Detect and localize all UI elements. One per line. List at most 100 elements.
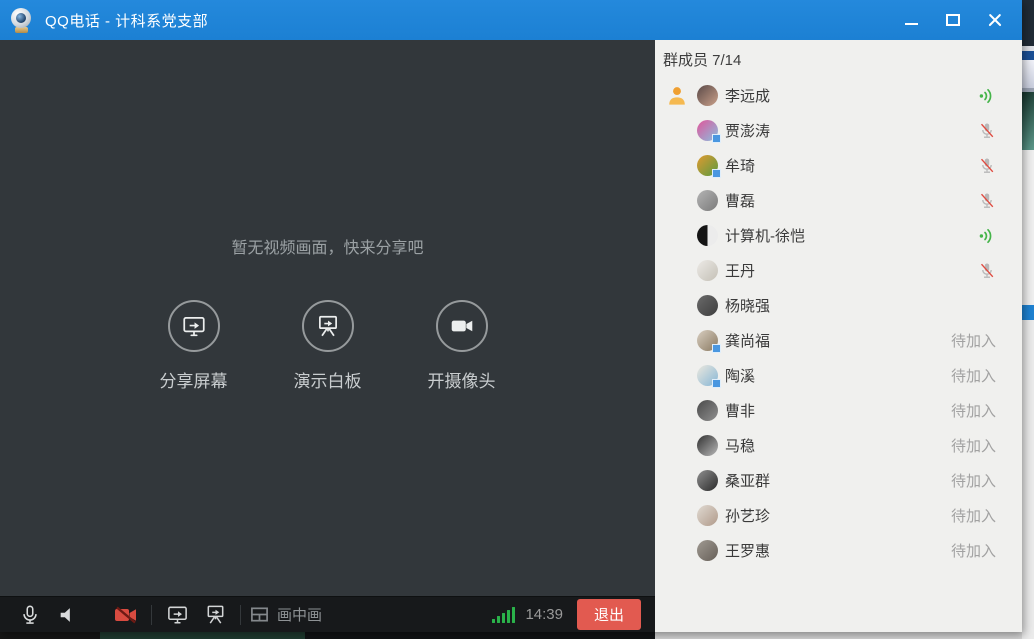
whiteboard-button[interactable]: 演示白板	[293, 300, 363, 392]
member-status	[978, 122, 996, 140]
member-row[interactable]: 马稳 待加入	[655, 428, 1022, 463]
pip-label: 画中画	[277, 607, 323, 624]
member-name: 牟琦	[725, 158, 756, 175]
maximize-button[interactable]	[940, 8, 966, 32]
toolbar-share-screen-button[interactable]	[161, 600, 193, 630]
member-name: 龚尚福	[725, 333, 771, 350]
member-name: 马稳	[725, 438, 756, 455]
window-title: QQ电话 - 计科系党支部	[45, 12, 209, 30]
close-button[interactable]	[982, 8, 1008, 32]
avatar	[697, 120, 721, 143]
member-name: 桑亚群	[725, 473, 771, 490]
member-status	[978, 157, 996, 175]
avatar	[697, 400, 718, 421]
camera-off-icon	[114, 606, 136, 623]
member-row[interactable]: 桑亚群 待加入	[655, 463, 1022, 498]
member-status: 待加入	[950, 473, 996, 490]
muted-mic-icon	[980, 193, 994, 208]
avatar	[697, 260, 718, 281]
member-name: 李远成	[725, 88, 771, 105]
member-status: 待加入	[950, 543, 996, 560]
member-row[interactable]: 李远成	[655, 78, 1022, 113]
member-row[interactable]: 贾澎涛	[655, 113, 1022, 148]
member-row[interactable]: 孙艺珍 待加入	[655, 498, 1022, 533]
camera-off-button[interactable]	[110, 600, 142, 630]
share-screen-button[interactable]: 分享屏幕	[159, 300, 229, 392]
speaker-icon	[60, 607, 70, 622]
avatar	[697, 295, 718, 316]
pip-grid-icon	[251, 607, 268, 622]
member-row[interactable]: 王丹	[655, 253, 1022, 288]
member-row[interactable]: 王罗惠 待加入	[655, 533, 1022, 568]
signal-strength-indicator	[492, 606, 516, 623]
muted-mic-icon	[980, 123, 994, 138]
member-status	[978, 262, 996, 280]
minimize-icon	[904, 23, 918, 25]
member-row[interactable]: 龚尚福 待加入	[655, 323, 1022, 358]
close-icon	[988, 13, 1002, 27]
camera-icon	[451, 320, 472, 332]
avatar	[697, 155, 721, 178]
member-name: 王丹	[725, 263, 756, 280]
member-status	[978, 192, 996, 210]
member-name: 贾澎涛	[725, 123, 771, 140]
member-status: 待加入	[950, 438, 996, 455]
call-duration: 14:39	[525, 606, 563, 623]
minimize-button[interactable]	[898, 8, 924, 32]
open-camera-label: 开摄像头	[427, 372, 496, 391]
avatar	[697, 540, 718, 561]
share-screen-icon	[182, 317, 205, 337]
speaking-indicator-icon	[979, 88, 992, 103]
speaker-person-icon	[666, 85, 688, 106]
webcam-app-icon	[10, 7, 34, 33]
speaking-indicator-icon	[979, 228, 992, 243]
member-status	[978, 227, 996, 245]
avatar	[697, 85, 718, 106]
no-video-hint: 暂无视频画面，快来分享吧	[231, 240, 424, 257]
whiteboard-icon	[207, 605, 223, 624]
member-status	[978, 87, 996, 105]
member-panel: 群成员 7/14 李远成 贾澎涛 牟琦 曹磊 计算机-徐恺 王丹 杨晓强 龚尚福…	[655, 40, 1022, 632]
member-row[interactable]: 杨晓强	[655, 288, 1022, 323]
toolbar-divider	[151, 604, 152, 625]
member-count-header: 群成员 7/14	[663, 52, 742, 69]
avatar	[697, 190, 718, 211]
member-name: 陶溪	[725, 368, 756, 385]
exit-call-button[interactable]: 退出	[576, 599, 641, 630]
whiteboard-icon	[318, 315, 337, 337]
titlebar: QQ电话 - 计科系党支部	[0, 0, 1022, 40]
maximize-icon	[946, 14, 960, 26]
muted-mic-icon	[980, 263, 994, 278]
member-row[interactable]: 曹磊	[655, 183, 1022, 218]
call-toolbar: 画中画 14:39 退出	[0, 596, 655, 632]
microphone-icon	[23, 605, 37, 624]
member-row[interactable]: 曹非 待加入	[655, 393, 1022, 428]
member-row[interactable]: 牟琦	[655, 148, 1022, 183]
avatar	[697, 365, 721, 388]
member-name: 计算机-徐恺	[725, 228, 805, 245]
microphone-button[interactable]	[14, 600, 46, 630]
member-status: 待加入	[950, 333, 996, 350]
avatar	[697, 435, 718, 456]
member-row[interactable]: 陶溪 待加入	[655, 358, 1022, 393]
member-status: 待加入	[950, 403, 996, 420]
avatar	[697, 470, 718, 491]
toolbar-whiteboard-button[interactable]	[199, 600, 231, 630]
speaker-button[interactable]	[52, 600, 84, 630]
open-camera-button[interactable]: 开摄像头	[427, 300, 497, 392]
share-actions: 分享屏幕 演示白板 开摄像头	[0, 300, 655, 392]
picture-in-picture-button[interactable]: 画中画	[250, 604, 322, 625]
share-screen-icon	[167, 606, 187, 624]
video-stage: 暂无视频画面，快来分享吧 分享屏幕 演示白板 开摄像头 画中画 14:39 退出	[0, 40, 655, 632]
qq-call-window: QQ电话 - 计科系党支部 暂无视频画面，快来分享吧 分享屏幕 演示白板 开摄像…	[0, 0, 1022, 632]
share-screen-label: 分享屏幕	[159, 372, 228, 391]
member-row[interactable]: 计算机-徐恺	[655, 218, 1022, 253]
muted-mic-icon	[980, 158, 994, 173]
member-list: 李远成 贾澎涛 牟琦 曹磊 计算机-徐恺 王丹 杨晓强 龚尚福 待加入 陶溪 待…	[655, 78, 1022, 568]
avatar	[697, 225, 718, 246]
member-name: 孙艺珍	[725, 508, 771, 525]
member-name: 王罗惠	[725, 543, 771, 560]
whiteboard-label: 演示白板	[293, 372, 362, 391]
member-name: 曹非	[725, 403, 756, 420]
toolbar-divider	[240, 604, 241, 625]
